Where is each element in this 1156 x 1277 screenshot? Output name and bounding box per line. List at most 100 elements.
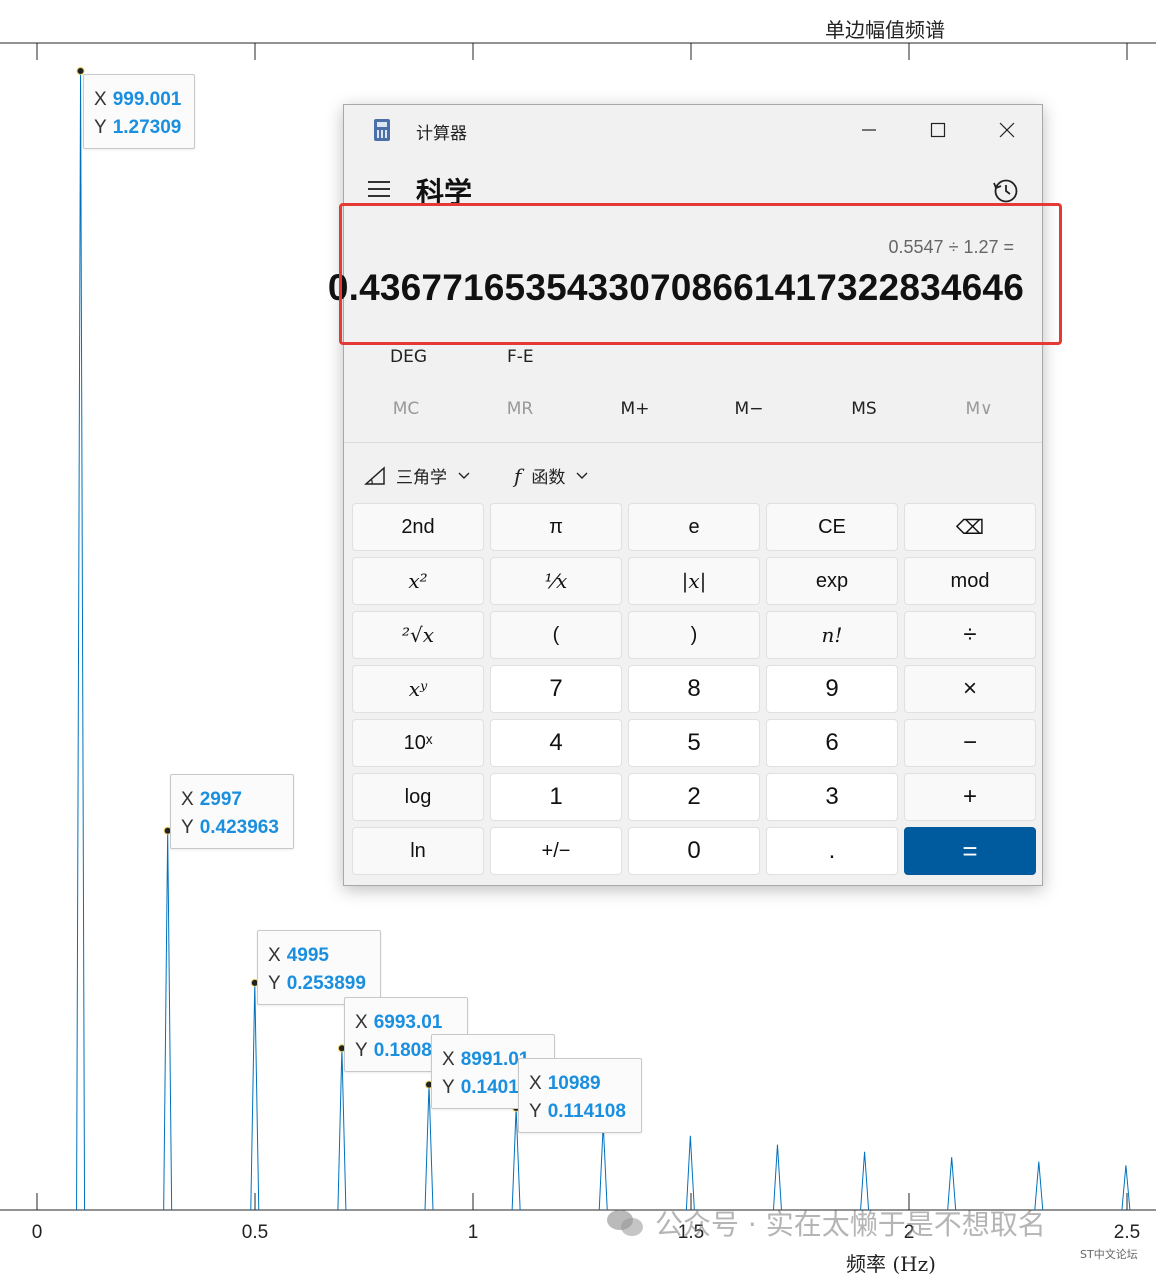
key-label: mod <box>950 569 990 592</box>
digit-7-button[interactable]: 7 <box>490 665 622 713</box>
backspace-icon: ⌫ <box>955 516 985 539</box>
factorial-button[interactable]: n! <box>766 611 898 659</box>
digit-2-button[interactable]: 2 <box>628 773 760 821</box>
add-button[interactable]: + <box>904 773 1036 821</box>
angle-unit-button[interactable]: DEG <box>390 347 427 367</box>
ce-button[interactable]: CE <box>766 503 898 551</box>
x-axis-label: 频率 (Hz) <box>846 1252 936 1276</box>
datatip-x-value: 10989 <box>547 1073 601 1094</box>
datatip[interactable]: X 2997 Y 0.423963 <box>170 774 294 849</box>
mc-button[interactable]: MC <box>393 399 420 419</box>
x-tick-label: 2.5 <box>1113 1222 1141 1243</box>
backspace-button[interactable]: ⌫ <box>904 503 1036 551</box>
equals-button[interactable]: = <box>904 827 1036 875</box>
ten-power-button[interactable]: 10ˣ <box>352 719 484 767</box>
key-label: 5 <box>687 729 701 756</box>
digit-1-button[interactable]: 1 <box>490 773 622 821</box>
e-button[interactable]: e <box>628 503 760 551</box>
digit-8-button[interactable]: 8 <box>628 665 760 713</box>
wechat-icon <box>607 1210 643 1236</box>
memory-list-button[interactable]: M∨ <box>965 399 992 419</box>
trig-dropdown[interactable]: 三角学 <box>364 463 471 488</box>
digit-4-button[interactable]: 4 <box>490 719 622 767</box>
digit-9-button[interactable]: 9 <box>766 665 898 713</box>
key-label: e <box>688 515 700 538</box>
spectrum-peak <box>337 1048 347 1211</box>
spectrum-peak <box>772 1144 782 1211</box>
spectrum-peak <box>250 982 260 1211</box>
datatip-y-value: 0.253899 <box>286 973 366 994</box>
absolute-button[interactable]: |x| <box>628 557 760 605</box>
mod-button[interactable]: mod <box>904 557 1036 605</box>
square-button[interactable]: x² <box>352 557 484 605</box>
trig-label: 三角学 <box>396 468 447 488</box>
close-button[interactable] <box>984 113 1030 147</box>
second-function-button[interactable]: 2nd <box>352 503 484 551</box>
datatip-x-label: X <box>268 945 281 966</box>
triangle-icon <box>364 465 385 485</box>
key-label: 2nd <box>401 515 435 538</box>
x-tick-label: 0 <box>31 1222 43 1243</box>
datatip-y-label: Y <box>268 973 281 994</box>
key-label: = <box>962 835 978 866</box>
key-label: 3 <box>825 783 839 810</box>
datatip-x-label: X <box>181 789 194 810</box>
key-label: − <box>962 729 977 756</box>
close-paren-button[interactable]: ) <box>628 611 760 659</box>
history-icon[interactable] <box>992 177 1020 205</box>
key-label: . <box>828 837 836 864</box>
digit-5-button[interactable]: 5 <box>628 719 760 767</box>
minimize-icon <box>862 129 876 131</box>
datatip-x-value: 4995 <box>286 945 329 966</box>
digit-0-button[interactable]: 0 <box>628 827 760 875</box>
exp-button[interactable]: exp <box>766 557 898 605</box>
datatip[interactable]: X 999.001 Y 1.27309 <box>83 74 195 149</box>
datatip-x-value: 6993.01 <box>373 1012 443 1033</box>
menu-icon[interactable] <box>368 181 390 197</box>
datatip-y-value: 0.114108 <box>547 1101 626 1122</box>
datatip[interactable]: X 10989 Y 0.114108 <box>518 1058 642 1133</box>
datatip-x-label: X <box>529 1073 542 1094</box>
minimize-button[interactable] <box>846 113 892 147</box>
power-button[interactable]: xʸ <box>352 665 484 713</box>
key-label: ln <box>410 839 426 862</box>
datatip-x-label: X <box>94 89 107 110</box>
datatip-y-value: 0.423963 <box>199 817 279 838</box>
spectrum-peak <box>1121 1165 1131 1211</box>
close-icon <box>999 122 1015 138</box>
datatip[interactable]: X 4995 Y 0.253899 <box>257 930 381 1005</box>
subtract-button[interactable]: − <box>904 719 1036 767</box>
square-root-button[interactable]: ²√x <box>352 611 484 659</box>
log-button[interactable]: log <box>352 773 484 821</box>
spectrum-peak <box>76 70 86 1211</box>
key-label: log <box>404 785 432 808</box>
decimal-button[interactable]: . <box>766 827 898 875</box>
mr-button[interactable]: MR <box>507 399 533 419</box>
key-label: ( <box>552 623 560 646</box>
key-label: 2 <box>687 783 701 810</box>
fe-button[interactable]: F-E <box>507 347 534 367</box>
divide-button[interactable]: ÷ <box>904 611 1036 659</box>
key-label: n! <box>821 623 843 647</box>
multiply-button[interactable]: × <box>904 665 1036 713</box>
negate-button[interactable]: +/− <box>490 827 622 875</box>
reciprocal-button[interactable]: ¹⁄x <box>490 557 622 605</box>
x-tick-label: 1 <box>467 1222 479 1243</box>
key-label: xʸ <box>408 677 428 701</box>
m-plus-button[interactable]: M+ <box>621 399 650 419</box>
key-label: CE <box>818 515 846 538</box>
key-label: x² <box>408 569 428 593</box>
datatip-y-label: Y <box>529 1101 542 1122</box>
title-bar[interactable]: 计算器 <box>344 105 1042 157</box>
key-label: 0 <box>687 837 701 864</box>
open-paren-button[interactable]: ( <box>490 611 622 659</box>
ln-button[interactable]: ln <box>352 827 484 875</box>
digit-6-button[interactable]: 6 <box>766 719 898 767</box>
digit-3-button[interactable]: 3 <box>766 773 898 821</box>
m-minus-button[interactable]: M− <box>735 399 764 419</box>
function-dropdown[interactable]: f 函数 <box>514 463 589 488</box>
maximize-button[interactable] <box>915 113 961 147</box>
key-label: × <box>962 675 977 702</box>
ms-button[interactable]: MS <box>851 399 876 419</box>
pi-button[interactable]: π <box>490 503 622 551</box>
